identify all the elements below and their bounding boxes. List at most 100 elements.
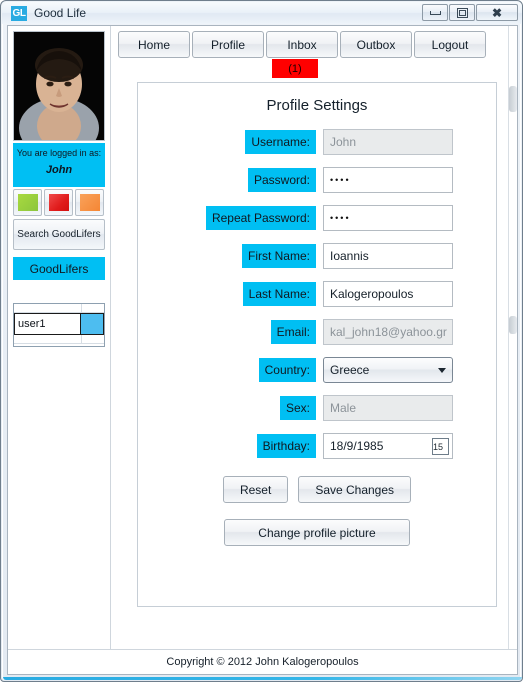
field-row-first-name: First Name: Ioannis	[138, 242, 496, 270]
scrollbar-thumb-top[interactable]	[509, 86, 517, 112]
calendar-icon[interactable]: 15	[432, 437, 449, 455]
form-button-row-secondary: Change profile picture	[138, 519, 496, 546]
select-country[interactable]: Greece	[323, 357, 453, 383]
red-status-button[interactable]	[44, 189, 73, 216]
minimize-icon	[429, 10, 441, 15]
label-first-name: First Name:	[241, 244, 316, 268]
form-button-row-primary: Reset Save Changes	[138, 476, 496, 503]
label-birthday: Birthday:	[256, 434, 316, 458]
maximize-button[interactable]	[449, 4, 475, 21]
input-password[interactable]: ••••	[323, 167, 453, 193]
green-status-button[interactable]	[13, 189, 42, 216]
input-first-name[interactable]: Ioannis	[323, 243, 453, 269]
label-country: Country:	[258, 358, 316, 382]
green-swatch-icon	[17, 194, 38, 211]
label-wrap-sex: Sex:	[138, 396, 323, 420]
goodlifers-header: GoodLifers	[13, 257, 105, 280]
copyright-text: Copyright © 2012 John Kalogeropoulos	[166, 656, 359, 668]
list-cell-status-empty	[82, 335, 104, 343]
tab-home[interactable]: Home	[118, 31, 190, 58]
list-cell-name	[14, 304, 82, 312]
close-button[interactable]: ✖	[476, 4, 518, 21]
app-logo-icon: GL	[11, 5, 27, 21]
window-controls: ✖	[422, 4, 518, 21]
label-wrap-username: Username:	[138, 130, 323, 154]
birthday-value: 18/9/1985	[330, 439, 384, 453]
sidebar: You are logged in as: John Search GoodLi…	[8, 26, 111, 649]
window-title: Good Life	[34, 6, 87, 20]
main-content: Home Profile Inbox Outbox Logout (1) Pro…	[112, 26, 518, 649]
avatar[interactable]	[13, 31, 105, 141]
logged-in-panel: You are logged in as: John	[13, 143, 105, 187]
label-email: Email:	[270, 320, 316, 344]
label-wrap-last-name: Last Name:	[138, 282, 323, 306]
search-goodlifers-button[interactable]: Search GoodLifers	[13, 219, 105, 250]
goodlifers-list[interactable]: user1	[13, 303, 105, 347]
orange-status-button[interactable]	[75, 189, 104, 216]
change-profile-picture-button[interactable]: Change profile picture	[224, 519, 410, 546]
application-window: GL Good Life ✖ You are logged in as: Joh…	[0, 0, 523, 682]
label-wrap-birthday: Birthday:	[138, 434, 323, 458]
input-sex[interactable]: Male	[323, 395, 453, 421]
field-row-username: Username: John	[138, 128, 496, 156]
field-row-birthday: Birthday: 18/9/1985 15	[138, 432, 496, 460]
avatar-photo-icon	[14, 32, 104, 140]
list-item-name: user1	[15, 314, 81, 334]
logged-in-label: You are logged in as:	[16, 148, 102, 158]
close-icon: ✖	[491, 5, 503, 20]
list-item[interactable]: user1	[14, 313, 104, 335]
input-username[interactable]: John	[323, 129, 453, 155]
calendar-icon-day: 15	[433, 441, 444, 452]
title-bar[interactable]: GL Good Life ✖	[2, 2, 522, 24]
red-swatch-icon	[48, 194, 69, 211]
color-button-group	[13, 189, 105, 216]
label-last-name: Last Name:	[242, 282, 316, 306]
input-repeat-password[interactable]: ••••	[323, 205, 453, 231]
label-sex: Sex:	[279, 396, 316, 420]
vertical-scrollbar[interactable]	[508, 26, 517, 649]
field-row-repeat-password: Repeat Password: ••••	[138, 204, 496, 232]
label-username: Username:	[245, 130, 316, 154]
maximize-icon	[456, 7, 468, 18]
chevron-down-icon	[438, 367, 446, 373]
label-wrap-repeat-password: Repeat Password:	[138, 206, 323, 230]
list-item-status-swatch	[81, 314, 103, 334]
field-row-email: Email: kal_john18@yahoo.gr	[138, 318, 496, 346]
select-country-value: Greece	[330, 363, 370, 377]
inbox-unread-badge[interactable]: (1)	[272, 59, 318, 78]
field-row-country: Country: Greece	[138, 356, 496, 384]
list-cell-status	[82, 304, 104, 312]
tab-outbox[interactable]: Outbox	[340, 31, 412, 58]
label-wrap-country: Country:	[138, 358, 323, 382]
reset-button[interactable]: Reset	[222, 476, 289, 503]
field-row-sex: Sex: Male	[138, 394, 496, 422]
window-accent-bar	[3, 677, 522, 680]
list-cell-name-empty	[14, 335, 82, 343]
page-title: Profile Settings	[266, 97, 368, 114]
label-wrap-password: Password:	[138, 168, 323, 192]
tab-profile[interactable]: Profile	[192, 31, 264, 58]
save-changes-button[interactable]: Save Changes	[298, 476, 412, 503]
tab-logout[interactable]: Logout	[414, 31, 486, 58]
list-row-header	[14, 304, 104, 313]
list-row-empty	[14, 335, 104, 344]
orange-swatch-icon	[79, 194, 100, 211]
label-repeat-password: Repeat Password:	[205, 206, 316, 230]
input-email[interactable]: kal_john18@yahoo.gr	[323, 319, 453, 345]
scrollbar-thumb-mid[interactable]	[509, 316, 517, 334]
minimize-button[interactable]	[422, 4, 448, 21]
tab-inbox[interactable]: Inbox	[266, 31, 338, 58]
field-row-password: Password: ••••	[138, 166, 496, 194]
label-password: Password:	[247, 168, 316, 192]
input-last-name[interactable]: Kalogeropoulos	[323, 281, 453, 307]
profile-settings-panel: Profile Settings Username: John Password…	[137, 82, 497, 607]
input-birthday[interactable]: 18/9/1985 15	[323, 433, 453, 459]
label-wrap-first-name: First Name:	[138, 244, 323, 268]
footer: Copyright © 2012 John Kalogeropoulos	[8, 649, 517, 674]
logged-in-username: John	[45, 164, 73, 176]
field-row-last-name: Last Name: Kalogeropoulos	[138, 280, 496, 308]
client-area: You are logged in as: John Search GoodLi…	[7, 25, 518, 675]
profile-form: Username: John Password: •••• Repeat Pas…	[138, 128, 496, 546]
label-wrap-email: Email:	[138, 320, 323, 344]
nav-bar: Home Profile Inbox Outbox Logout	[118, 31, 486, 58]
